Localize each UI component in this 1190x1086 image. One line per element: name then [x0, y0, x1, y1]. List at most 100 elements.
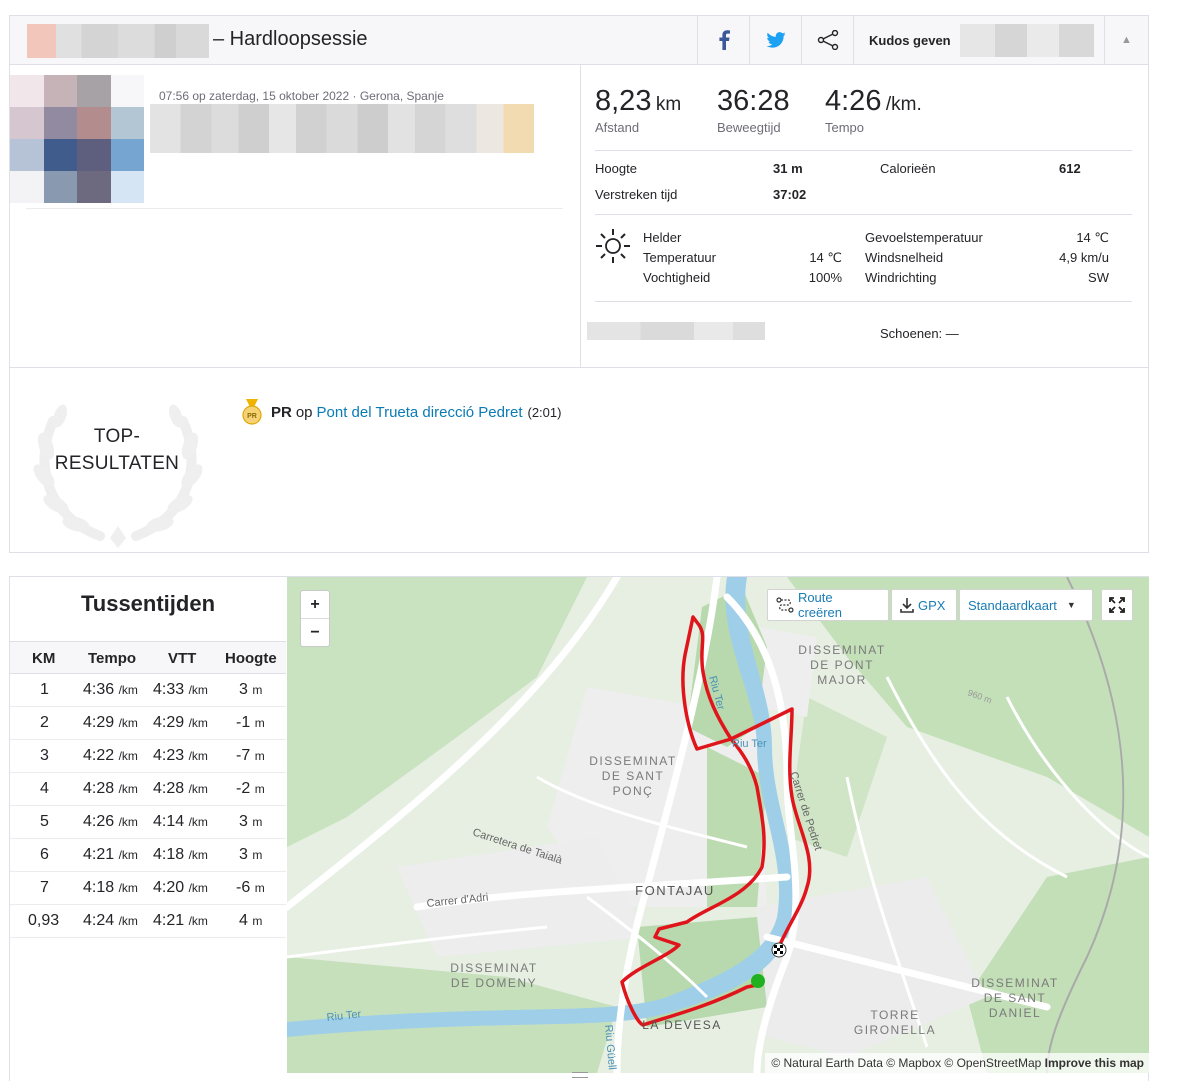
split-km: 3: [40, 747, 49, 764]
split-pace: 4:36 /km: [83, 681, 138, 699]
pace-value: 4:26: [825, 85, 882, 117]
split-pace-value: 4:18: [83, 879, 115, 896]
split-elev: 3 m: [239, 846, 262, 864]
avatar[interactable]: [10, 75, 144, 203]
map-canvas: DISSEMINAT DE PONT MAJOR DISSEMINAT DE S…: [287, 577, 1149, 1073]
split-elev: 3 m: [239, 681, 262, 699]
improve-map-link[interactable]: Improve this map: [1045, 1056, 1144, 1070]
facebook-share-button[interactable]: [697, 16, 749, 64]
temperature-value: 14 ℃: [809, 250, 842, 265]
split-vtt-value: 4:28: [153, 780, 185, 797]
route-map[interactable]: DISSEMINAT DE PONT MAJOR DISSEMINAT DE S…: [287, 577, 1149, 1073]
split-elev-unit: m: [254, 881, 265, 895]
split-pace-value: 4:28: [83, 780, 115, 797]
route-start-marker: [751, 974, 765, 988]
chevron-down-icon: ▼: [1066, 600, 1076, 610]
split-vtt-value: 4:18: [153, 846, 185, 863]
map-label-pont-major-1: DISSEMINAT: [798, 643, 885, 657]
split-vtt-unit: /km: [188, 881, 208, 895]
wind-speed-label: Windsnelheid: [865, 250, 944, 265]
split-pace: 4:21 /km: [83, 846, 138, 864]
col-vtt: VTT: [168, 650, 197, 667]
feels-like-value: 14 ℃: [1076, 230, 1109, 245]
split-vtt-value: 4:33: [153, 681, 185, 698]
split-pace-value: 4:26: [83, 813, 115, 830]
segment-link[interactable]: Pont del Trueta direcció Pedret: [317, 404, 523, 421]
gpx-download-button[interactable]: GPX: [891, 589, 957, 621]
share-icon: [817, 30, 838, 50]
split-row: 3 4:22 /km 4:23 /km -7 m: [10, 740, 286, 773]
route-create-label: Route creëren: [797, 590, 843, 620]
split-pace-value: 4:29: [83, 714, 115, 731]
collapse-button[interactable]: ▲: [1104, 16, 1148, 64]
temperature-label: Temperatuur: [643, 250, 716, 265]
elapsed-time-label: Verstreken tijd: [595, 187, 678, 202]
split-vtt-value: 4:21: [153, 912, 185, 929]
split-pace-unit: /km: [118, 782, 138, 796]
split-pace: 4:26 /km: [83, 813, 138, 831]
zoom-out-button[interactable]: −: [301, 619, 329, 647]
split-km: 2: [40, 714, 49, 731]
split-elev-unit: m: [252, 848, 263, 862]
split-vtt-unit: /km: [188, 815, 208, 829]
facebook-icon: [718, 30, 730, 50]
activity-description-blurred: [150, 104, 534, 153]
share-button[interactable]: [801, 16, 853, 64]
pr-medal-icon: PR: [242, 399, 262, 425]
split-elev-value: 3: [239, 813, 248, 830]
map-label-torre-1: TORRE: [870, 1008, 919, 1022]
divider: [595, 301, 1132, 302]
kudos-button[interactable]: Kudos geven: [869, 33, 951, 48]
zoom-in-button[interactable]: +: [301, 591, 329, 619]
split-pace: 4:22 /km: [83, 747, 138, 765]
split-vtt: 4:28 /km: [153, 780, 208, 798]
elevation-value: 31 m: [773, 161, 803, 176]
split-row: 6 4:21 /km 4:18 /km 3 m: [10, 839, 286, 872]
wind-speed-value: 4,9 km/u: [1059, 250, 1109, 265]
splits-panel: Tussentijden KM Tempo VTT Hoogte 1 4:36 /…: [10, 577, 286, 1082]
map-style-dropdown[interactable]: Standaardkaart ▼: [959, 589, 1093, 621]
split-vtt: 4:29 /km: [153, 714, 208, 732]
resize-handle[interactable]: [572, 1072, 588, 1078]
split-row: 5 4:26 /km 4:14 /km 3 m: [10, 806, 286, 839]
split-vtt-value: 4:14: [153, 813, 185, 830]
fullscreen-button[interactable]: [1101, 589, 1133, 621]
activity-card: – Hardloopsessie Kudos geven ▲ 07:56 op …: [9, 15, 1149, 553]
pr-label: PR: [271, 403, 292, 421]
stat-distance: 8,23 km Afstand: [595, 85, 681, 135]
pace-unit: /km.: [885, 94, 922, 115]
split-elev: -1 m: [236, 714, 265, 732]
split-km: 5: [40, 813, 49, 830]
map-label-domeny-2: DE DOMENY: [451, 976, 537, 990]
split-row: 2 4:29 /km 4:29 /km -1 m: [10, 707, 286, 740]
map-label-sant-ponc-3: PONÇ: [613, 784, 654, 798]
split-vtt-unit: /km: [188, 683, 208, 697]
twitter-share-button[interactable]: [749, 16, 801, 64]
splits-header: KM Tempo VTT Hoogte: [10, 641, 286, 674]
segment-time: (2:01): [527, 404, 562, 420]
col-tempo: Tempo: [88, 650, 137, 667]
split-pace-value: 4:36: [83, 681, 115, 698]
split-vtt-unit: /km: [188, 848, 208, 862]
humidity-value: 100%: [808, 270, 842, 285]
split-km: 6: [40, 846, 49, 863]
elapsed-time-value: 37:02: [773, 187, 807, 202]
top-results-title: TOP- RESULTATEN: [42, 423, 192, 477]
split-elev-unit: m: [254, 716, 265, 730]
device-blurred: [587, 322, 765, 340]
split-pace: 4:18 /km: [83, 879, 138, 897]
activity-title: – Hardloopsessie: [213, 28, 368, 50]
top-results-title-line2: RESULTATEN: [54, 453, 180, 474]
split-vtt: 4:33 /km: [153, 681, 208, 699]
split-vtt: 4:20 /km: [153, 879, 208, 897]
calories-value: 612: [1059, 161, 1081, 176]
route-create-button[interactable]: Route creëren: [767, 589, 889, 621]
elevation-label: Hoogte: [595, 161, 637, 176]
split-row: 7 4:18 /km 4:20 /km -6 m: [10, 872, 286, 905]
shoes-label: Schoenen: —: [880, 326, 959, 341]
distance-value: 8,23: [595, 85, 652, 117]
split-pace-unit: /km: [118, 848, 138, 862]
download-icon: [900, 598, 914, 613]
split-vtt-value: 4:23: [153, 747, 185, 764]
split-elev-unit: m: [254, 782, 265, 796]
